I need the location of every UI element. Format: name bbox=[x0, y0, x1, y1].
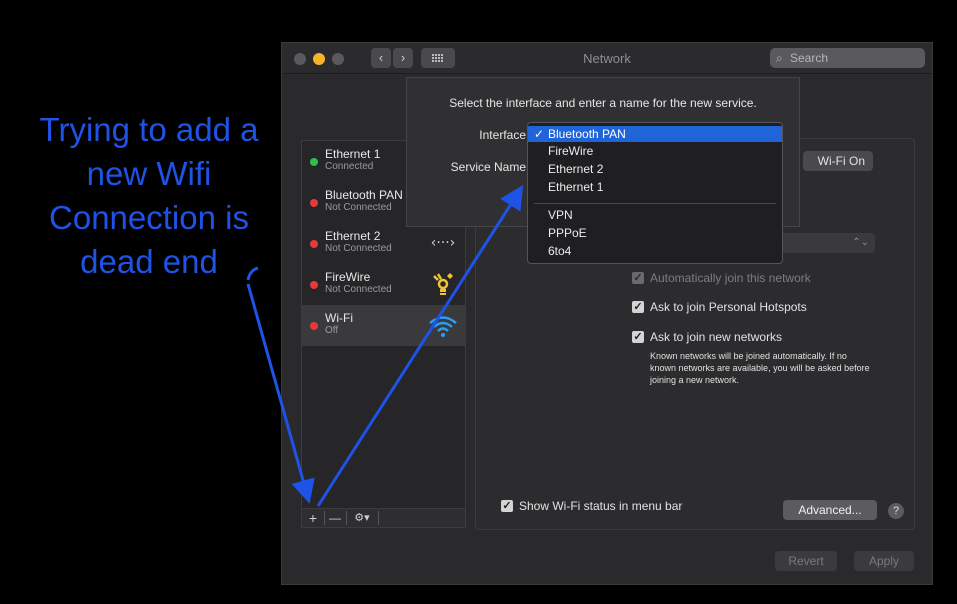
arrow-to-interface-menu bbox=[316, 184, 524, 507]
annotation-hook bbox=[246, 266, 259, 281]
annotation-arrows bbox=[246, 184, 524, 507]
arrow-to-add-button bbox=[246, 283, 315, 504]
